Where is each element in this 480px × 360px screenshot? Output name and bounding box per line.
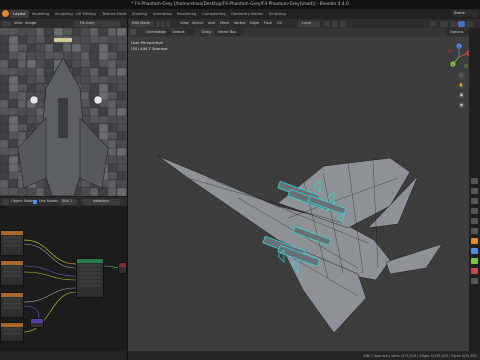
use-nodes-label: Use Nodes — [39, 199, 59, 203]
image-texture-node[interactable] — [0, 322, 24, 342]
scene-properties-icon[interactable] — [471, 218, 478, 224]
image-editor-canvas[interactable] — [0, 28, 127, 196]
tab-layout[interactable]: Layout — [10, 10, 29, 18]
node-menu-object[interactable]: Object — [11, 199, 23, 203]
node-editor-canvas[interactable] — [0, 206, 127, 351]
tab-rendering[interactable]: Rendering — [174, 10, 199, 18]
menu-add[interactable]: Add — [208, 21, 215, 25]
status-bar: AIM-7 Sparrow | Verts 0/73,916 | Edges 0… — [128, 351, 480, 360]
material-properties-icon[interactable] — [471, 268, 478, 274]
slot-label: Slot 1 — [62, 199, 73, 203]
menu-mesh[interactable]: Mesh — [220, 21, 229, 25]
tab-scripting[interactable]: Scripting — [266, 10, 289, 18]
tab-animation[interactable]: Animation — [150, 10, 175, 18]
overlay-button[interactable] — [430, 20, 436, 27]
output-properties-icon[interactable] — [471, 198, 478, 204]
image-menu-image[interactable]: Image — [25, 21, 36, 25]
window-title: * F4-Phantom-Grey [/home/shiva/Desktop/F… — [131, 2, 349, 7]
status-stats: AIM-7 Sparrow | Verts 0/73,916 | Edges 0… — [363, 353, 477, 358]
view-layer-properties-icon[interactable] — [471, 208, 478, 214]
edge-select-button[interactable] — [161, 20, 165, 27]
object-properties-icon[interactable] — [471, 238, 478, 244]
tab-compositing[interactable]: Compositing — [199, 10, 229, 18]
texture-properties-icon[interactable] — [471, 278, 478, 284]
world-properties-icon[interactable] — [471, 228, 478, 234]
image-menu-view[interactable]: View — [14, 21, 23, 25]
transform-space-label: Local — [302, 21, 312, 25]
data-properties-icon[interactable] — [471, 258, 478, 264]
scene-selector[interactable]: Scene — [452, 10, 478, 17]
properties-tab-strip — [469, 28, 480, 360]
tool-properties-icon[interactable] — [471, 178, 478, 184]
tab-geometry-nodes[interactable]: Geometry Nodes — [228, 10, 266, 18]
viewport-header: Edit Mode View Select Add Mesh Vertex Ed… — [128, 19, 480, 28]
shading-wireframe-button[interactable] — [450, 20, 457, 27]
pivot-button[interactable] — [324, 20, 330, 27]
material-output-node[interactable] — [118, 262, 127, 274]
image-texture-node[interactable] — [0, 292, 24, 318]
mode-label: Edit Mode — [132, 21, 150, 25]
image-texture-node[interactable] — [0, 260, 24, 286]
vertex-select-button[interactable] — [156, 20, 160, 27]
image-name: F4-Gray — [80, 21, 95, 25]
workspace-bar: Layout Modeling Sculpting UV Editing Tex… — [0, 9, 480, 19]
tab-texture-paint[interactable]: Texture Paint — [99, 10, 130, 18]
viewport-canvas[interactable]: Orientation: Default Drag: Select Box Op… — [128, 28, 480, 351]
node-editor-type-button[interactable] — [2, 198, 9, 205]
editor-type-button[interactable] — [2, 20, 11, 27]
shading-solid-button[interactable] — [458, 20, 465, 27]
menu-uv[interactable]: UV — [277, 21, 282, 25]
menu-vertex[interactable]: Vertex — [234, 21, 246, 25]
uv-texture-image — [0, 28, 127, 196]
scene-selector-label: Scene — [454, 11, 465, 15]
menu-view[interactable]: View — [180, 21, 189, 25]
material-name: weapons — [93, 199, 109, 203]
snap-button[interactable] — [332, 20, 338, 27]
proportional-edit-button[interactable] — [340, 20, 346, 27]
principled-bsdf-node[interactable] — [76, 258, 104, 298]
use-nodes-checkbox[interactable] — [33, 199, 37, 204]
image-texture-node[interactable] — [0, 230, 24, 256]
left-status-strip — [0, 351, 127, 360]
aircraft-mesh — [157, 155, 443, 334]
node-editor-header: Object Node Use Nodes Slot 1 weapons — [0, 197, 127, 206]
tab-uv-editing[interactable]: UV Editing — [73, 10, 99, 18]
title-bar: * F4-Phantom-Grey [/home/shiva/Desktop/F… — [0, 0, 480, 9]
node-menu-node[interactable]: Node — [24, 199, 33, 203]
tab-modeling[interactable]: Modeling — [29, 10, 52, 18]
render-properties-icon[interactable] — [471, 188, 478, 194]
xray-button[interactable] — [440, 20, 448, 27]
face-select-button[interactable] — [166, 20, 170, 27]
shading-material-button[interactable] — [466, 20, 473, 27]
blender-logo-icon[interactable] — [2, 10, 9, 17]
menu-face[interactable]: Face — [264, 21, 272, 25]
normal-map-node[interactable] — [30, 318, 44, 328]
tab-shading[interactable]: Shading — [129, 10, 150, 18]
menu-select[interactable]: Select — [192, 21, 203, 25]
image-editor-header: View Image F4-Gray — [0, 19, 127, 28]
modifier-properties-icon[interactable] — [471, 248, 478, 254]
menu-edge[interactable]: Edge — [250, 21, 259, 25]
